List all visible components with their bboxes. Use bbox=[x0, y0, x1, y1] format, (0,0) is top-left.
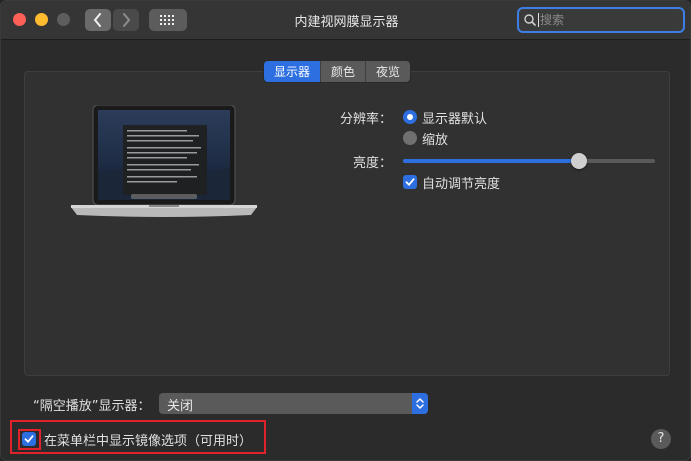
laptop-illustration bbox=[71, 105, 257, 217]
chevron-up-down-icon bbox=[416, 398, 424, 409]
resolution-scaled-radio[interactable] bbox=[403, 131, 417, 145]
auto-brightness-checkbox[interactable] bbox=[403, 175, 417, 189]
mirror-option-label[interactable]: 在菜单栏中显示镜像选项（可用时） bbox=[44, 430, 252, 449]
auto-brightness-label[interactable]: 自动调节亮度 bbox=[422, 173, 500, 192]
search-input[interactable] bbox=[539, 13, 660, 27]
airplay-display-select[interactable]: 关闭 bbox=[159, 393, 428, 414]
tab-color[interactable]: 颜色 bbox=[321, 61, 367, 82]
tab-bar: 显示器 颜色 夜览 bbox=[264, 61, 411, 82]
resolution-label: 分辨率： bbox=[340, 112, 393, 127]
search-field[interactable] bbox=[517, 7, 685, 33]
title-bar: 内建视网膜显示器 bbox=[1, 1, 690, 40]
tab-night-shift[interactable]: 夜览 bbox=[366, 61, 410, 82]
airplay-display-label: “隔空播放”显示器： bbox=[33, 399, 151, 414]
brightness-label: 亮度： bbox=[353, 156, 393, 171]
brightness-slider-fill bbox=[403, 159, 580, 163]
brightness-slider[interactable] bbox=[403, 153, 655, 169]
mirror-checkbox-highlight bbox=[18, 429, 41, 450]
select-stepper[interactable] bbox=[412, 393, 428, 414]
resolution-scaled-label[interactable]: 缩放 bbox=[422, 129, 448, 148]
resolution-default-label[interactable]: 显示器默认 bbox=[422, 108, 487, 127]
help-button[interactable]: ? bbox=[651, 429, 671, 449]
resolution-default-radio[interactable] bbox=[403, 110, 417, 124]
checkmark-icon bbox=[405, 178, 415, 186]
airplay-display-value: 关闭 bbox=[167, 399, 194, 414]
tab-display[interactable]: 显示器 bbox=[264, 61, 322, 82]
preferences-window: 内建视网膜显示器 显示器 颜色 夜览 bbox=[0, 0, 691, 461]
search-icon bbox=[524, 14, 536, 26]
